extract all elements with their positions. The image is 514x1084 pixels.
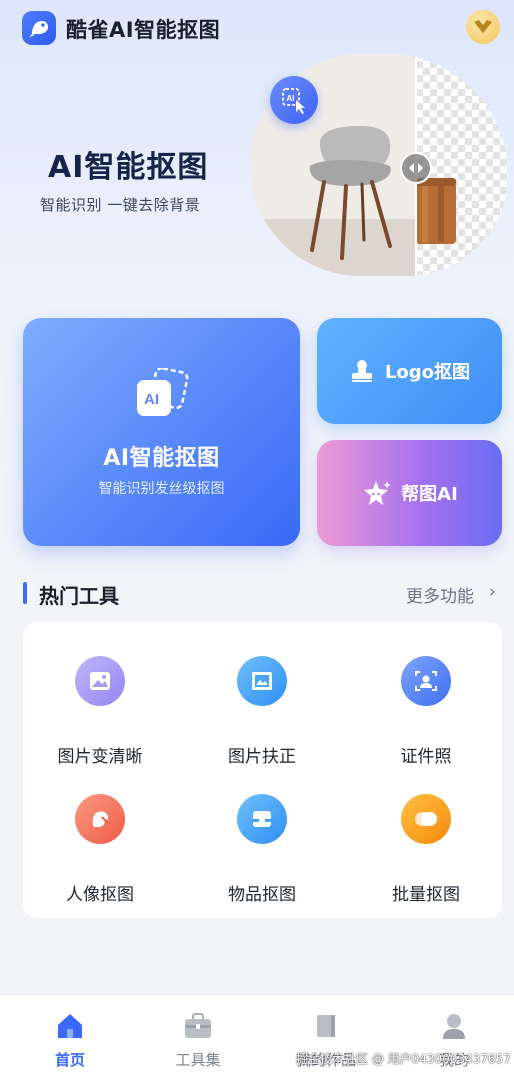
tool-id-photo[interactable]: 证件照 bbox=[351, 644, 501, 774]
ai-cutout-subtitle: 智能识别发丝级抠图 bbox=[98, 481, 225, 497]
nav-home[interactable]: 首页 bbox=[6, 995, 134, 1084]
logo-cutout-label: Logo抠图 bbox=[384, 362, 471, 383]
sparkle-star-icon bbox=[364, 481, 392, 505]
ai-cutout-card[interactable]: AI AI智能抠图 智能识别发丝级抠图 bbox=[23, 318, 300, 546]
tools-panel: 图片变清晰 图片扶正 证件照 人像抠图 物品抠图 批量抠图 bbox=[23, 622, 502, 918]
app-title: 酷雀AI智能抠图 bbox=[66, 18, 221, 42]
stamp-icon bbox=[351, 360, 372, 382]
portrait-cutout-icon bbox=[75, 794, 125, 844]
tool-portrait-cutout[interactable]: 人像抠图 bbox=[25, 782, 175, 912]
tool-batch-cutout[interactable]: 批量抠图 bbox=[351, 782, 501, 912]
app-header: 酷雀AI智能抠图 bbox=[0, 0, 514, 56]
image-enhance-icon bbox=[75, 656, 125, 706]
home-icon bbox=[58, 1014, 82, 1038]
chevron-right-icon[interactable]: › bbox=[489, 582, 496, 602]
svg-text:AI: AI bbox=[144, 391, 159, 408]
user-icon bbox=[443, 1014, 465, 1039]
nav-my-works[interactable]: 我的作品 bbox=[262, 995, 390, 1084]
ai-badge-icon: AI bbox=[137, 368, 189, 416]
tool-label: 物品抠图 bbox=[228, 885, 296, 905]
tool-label: 批量抠图 bbox=[392, 885, 460, 905]
tool-image-straighten[interactable]: 图片扶正 bbox=[187, 644, 337, 774]
object-cutout-icon bbox=[237, 794, 287, 844]
logo-cutout-card[interactable]: Logo抠图 bbox=[317, 318, 502, 424]
hero-subtitle: 智能识别 一键去除背景 bbox=[40, 196, 201, 214]
tool-image-enhance[interactable]: 图片变清晰 bbox=[25, 644, 175, 774]
tool-object-cutout[interactable]: 物品抠图 bbox=[187, 782, 337, 912]
toolbox-icon bbox=[185, 1013, 211, 1038]
section-accent-bar bbox=[23, 582, 27, 604]
nav-profile[interactable]: 我的 bbox=[390, 995, 514, 1084]
helper-ai-label: 帮图AI bbox=[401, 484, 458, 505]
nav-label: 首页 bbox=[54, 1051, 85, 1069]
hero-title: AI智能抠图 bbox=[48, 150, 209, 185]
app-screen: 酷雀AI智能抠图 AI智能抠图 智能识别 一键去除背景 AI AI AI智能抠图… bbox=[0, 0, 514, 1084]
bottom-navigation: 首页 工具集 我的作品 我的 bbox=[0, 994, 514, 1084]
compare-handle-icon[interactable] bbox=[400, 152, 432, 184]
id-photo-icon bbox=[401, 656, 451, 706]
vip-diamond-icon[interactable] bbox=[466, 10, 500, 44]
ai-cursor-icon: AI bbox=[270, 76, 318, 124]
ai-cutout-title: AI智能抠图 bbox=[103, 446, 220, 471]
works-icon bbox=[317, 1015, 335, 1037]
bird-logo-icon bbox=[22, 11, 56, 45]
image-straighten-icon bbox=[237, 656, 287, 706]
nav-label: 工具集 bbox=[175, 1051, 221, 1069]
more-features-link[interactable]: 更多功能 bbox=[406, 582, 474, 607]
tool-label: 人像抠图 bbox=[66, 885, 134, 905]
tool-label: 图片扶正 bbox=[228, 747, 296, 767]
nav-toolkit[interactable]: 工具集 bbox=[134, 995, 262, 1084]
section-title: 热门工具 bbox=[39, 584, 119, 608]
tool-label: 证件照 bbox=[400, 747, 452, 767]
batch-cutout-icon bbox=[401, 794, 451, 844]
tool-label: 图片变清晰 bbox=[57, 747, 143, 767]
watermark-text: 掘金技术社区 @ 用户0430003437657 bbox=[296, 1052, 511, 1066]
svg-text:AI: AI bbox=[287, 94, 295, 103]
helper-ai-card[interactable]: 帮图AI bbox=[317, 440, 502, 546]
